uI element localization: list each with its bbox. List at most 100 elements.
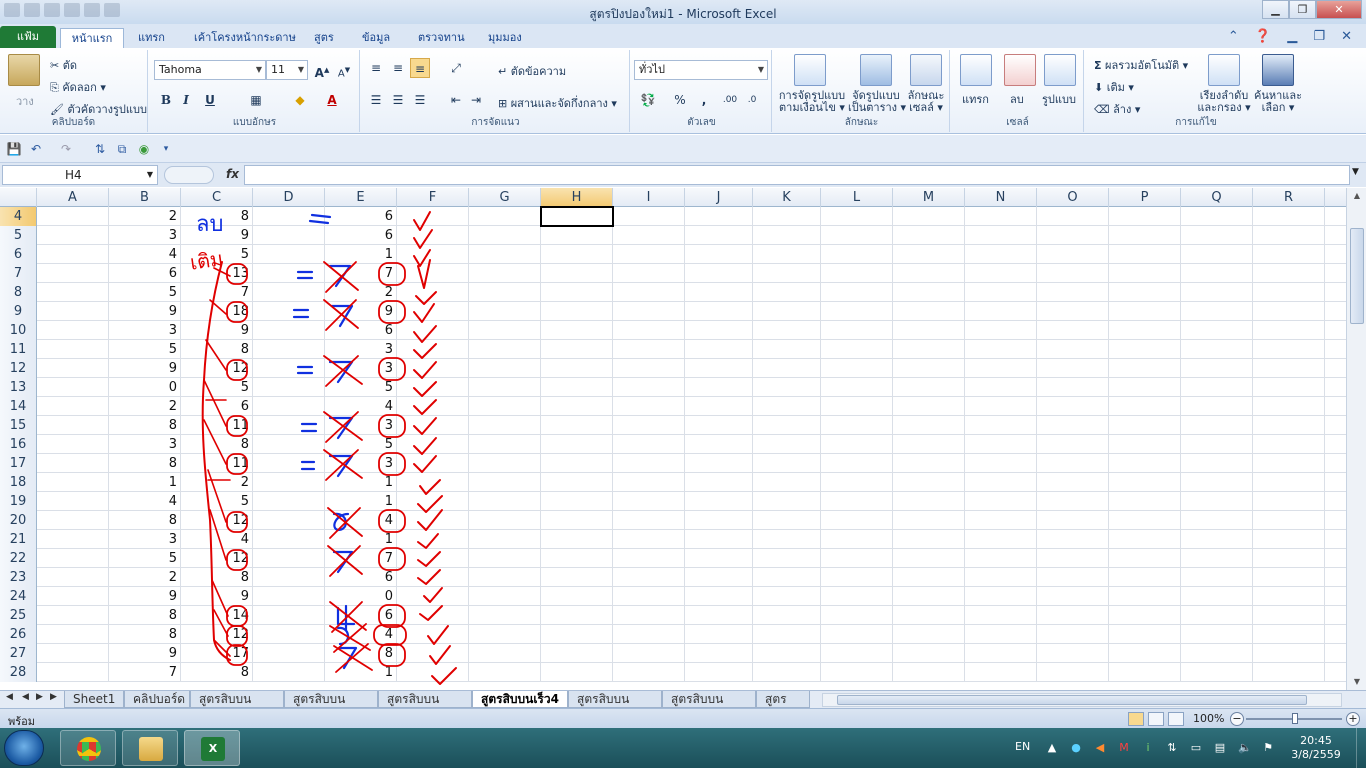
cell-h[interactable] [541,435,613,454]
sheet-tab[interactable]: คลิปบอร์ด [124,691,190,708]
tab-home[interactable]: หน้าแรก [60,28,124,48]
cell-n[interactable] [965,530,1037,549]
cell-q[interactable] [1181,359,1253,378]
cell-f[interactable] [397,549,469,568]
row-header[interactable]: 13 [0,378,37,397]
cell-g[interactable] [469,663,541,682]
align-right-icon[interactable]: ☰ [410,90,430,110]
cell-d[interactable] [253,587,325,606]
cell-q[interactable] [1181,207,1253,226]
cell-g[interactable] [469,435,541,454]
customize-qat-icon[interactable]: ▾ [158,141,174,157]
cell-k[interactable] [753,302,821,321]
cell-o[interactable] [1037,359,1109,378]
cell-e[interactable]: 6 [325,568,397,587]
cell-i[interactable] [613,378,685,397]
cell-o[interactable] [1037,663,1109,682]
sheet-tab[interactable]: สูตรสิบบนเร็ว1 [190,691,284,708]
cell-r[interactable] [1253,340,1325,359]
percent-button[interactable]: % [670,90,690,110]
cell-j[interactable] [685,321,753,340]
cell-q[interactable] [1181,587,1253,606]
cell-l[interactable] [821,549,893,568]
cell-g[interactable] [469,207,541,226]
cell-l[interactable] [821,245,893,264]
name-box-dropdown-icon[interactable]: ▼ [147,166,153,184]
cell-p[interactable] [1109,340,1181,359]
cell-j[interactable] [685,473,753,492]
cell-o[interactable] [1037,207,1109,226]
cell-r[interactable] [1253,644,1325,663]
cell-d[interactable] [253,644,325,663]
cell-d[interactable] [253,530,325,549]
cell-j[interactable] [685,302,753,321]
cell-d[interactable] [253,397,325,416]
cell-g[interactable] [469,340,541,359]
cell-r[interactable] [1253,207,1325,226]
orientation-icon[interactable]: ⤢ [446,58,466,78]
cell-c[interactable]: 18 [181,302,253,321]
cell-a[interactable] [37,473,109,492]
cell-d[interactable] [253,207,325,226]
cell-b[interactable]: 3 [109,530,181,549]
cell-f[interactable] [397,625,469,644]
column-header-b[interactable]: B [109,188,181,207]
tab-formulas[interactable]: สูตร [304,28,344,48]
cell-c[interactable]: 5 [181,378,253,397]
delete-cells-icon[interactable] [1004,54,1036,86]
cell-b[interactable]: 9 [109,359,181,378]
cell-h[interactable] [541,625,613,644]
column-header-n[interactable]: N [965,188,1037,207]
vertical-scroll-thumb[interactable] [1350,228,1364,324]
borders-icon[interactable]: ▦ [246,90,266,110]
cell-n[interactable] [965,492,1037,511]
first-sheet-icon[interactable]: ◀ [6,692,13,702]
cell-m[interactable] [893,511,965,530]
formula-input[interactable] [244,165,1350,185]
cell-c[interactable]: 12 [181,359,253,378]
cell-f[interactable] [397,283,469,302]
cell-l[interactable] [821,530,893,549]
row-header[interactable]: 12 [0,359,37,378]
cell-r[interactable] [1253,511,1325,530]
font-name-select[interactable]: Tahoma ▼ [154,60,266,80]
cell-n[interactable] [965,568,1037,587]
sheet-tab[interactable]: สูตรสิบบนเร็ว2 [284,691,378,708]
cell-j[interactable] [685,587,753,606]
cell-g[interactable] [469,264,541,283]
cell-b[interactable]: 9 [109,302,181,321]
cell-b[interactable]: 7 [109,663,181,682]
sheet-tab[interactable]: สูตรสิบบนเร็ว4 [472,691,568,708]
underline-button[interactable]: U [200,90,220,110]
cell-c[interactable]: 8 [181,568,253,587]
cell-p[interactable] [1109,530,1181,549]
cell-q[interactable] [1181,530,1253,549]
cell-r[interactable] [1253,264,1325,283]
format-cells-button[interactable]: รูปแบบ [1042,90,1076,108]
cell-e[interactable]: 9 [325,302,397,321]
cell-o[interactable] [1037,416,1109,435]
cell-l[interactable] [821,454,893,473]
cell-l[interactable] [821,397,893,416]
cell-h[interactable] [541,454,613,473]
prev-sheet-icon[interactable]: ◀ [22,692,29,702]
sort-az-icon[interactable]: ⇅ [92,141,108,157]
cell-g[interactable] [469,454,541,473]
cell-i[interactable] [613,397,685,416]
cell-l[interactable] [821,264,893,283]
cell-c[interactable]: 11 [181,416,253,435]
cell-j[interactable] [685,264,753,283]
refresh-icon[interactable]: ◉ [136,141,152,157]
sort-filter-button[interactable]: เรียงลำดับ และกรอง ▾ [1196,90,1252,114]
cell-r[interactable] [1253,283,1325,302]
cell-p[interactable] [1109,644,1181,663]
cell-p[interactable] [1109,492,1181,511]
clock[interactable]: 20:45 3/8/2559 [1286,734,1346,762]
cell-a[interactable] [37,549,109,568]
cell-k[interactable] [753,397,821,416]
tray-speaker-app-icon[interactable]: ◀ [1094,742,1106,754]
cell-c[interactable]: 5 [181,492,253,511]
cell-i[interactable] [613,226,685,245]
cell-k[interactable] [753,378,821,397]
align-middle-icon[interactable]: ≡ [388,58,408,78]
